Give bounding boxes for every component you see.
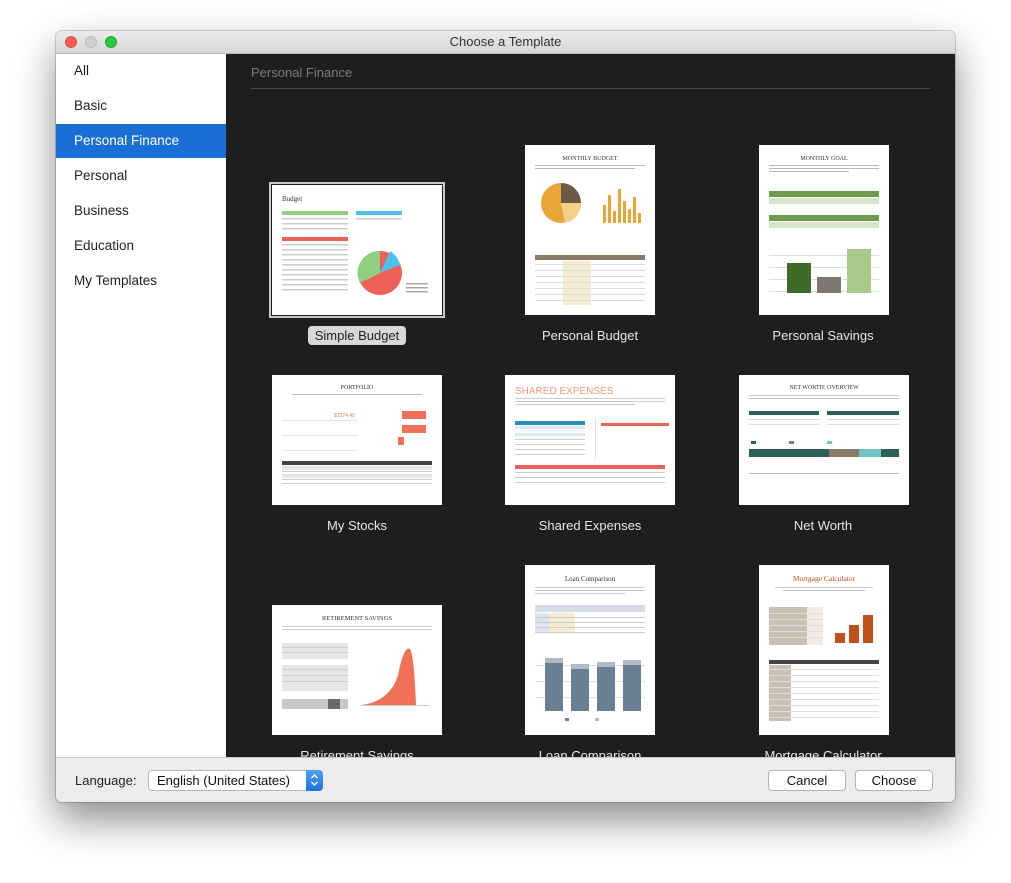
template-net-worth[interactable]: NET WORTH: OVERVIEW Net Worth xyxy=(723,354,923,544)
template-thumbnail: MONTHLY GOAL xyxy=(759,145,889,315)
template-name: My Stocks xyxy=(327,518,387,533)
thumb-heading: Loan Comparison xyxy=(565,575,616,583)
sidebar-item-business[interactable]: Business xyxy=(56,194,226,228)
template-my-stocks[interactable]: PORTFOLIO $7274.40 My Stocks xyxy=(257,354,457,544)
thumb-heading: NET WORTH: OVERVIEW xyxy=(789,385,859,391)
template-thumbnail: RETIREMENT SAVINGS xyxy=(272,605,442,735)
template-shared-expenses[interactable]: SHARED EXPENSES Shared Expenses xyxy=(490,354,690,544)
template-thumbnail: MONTHLY BUDGET xyxy=(525,145,655,315)
language-value: English (United States) xyxy=(157,773,290,788)
sidebar-item-basic[interactable]: Basic xyxy=(56,89,226,123)
thumb-heading: RETIREMENT SAVINGS xyxy=(322,615,392,622)
language-label: Language: xyxy=(75,773,137,788)
template-thumbnail: Mortgage Calculator xyxy=(759,565,889,735)
template-name: Net Worth xyxy=(793,518,853,533)
template-chooser-window: Choose a Template All Basic Personal Fin… xyxy=(56,31,955,802)
template-name: Shared Expenses xyxy=(538,518,642,533)
thumb-heading: Budget xyxy=(282,195,302,203)
template-thumbnail: NET WORTH: OVERVIEW xyxy=(739,375,909,505)
thumb-heading: PORTFOLIO xyxy=(341,385,374,391)
template-name: Personal Savings xyxy=(772,328,874,343)
sidebar-item-my-templates[interactable]: My Templates xyxy=(56,264,226,298)
category-sidebar: All Basic Personal Finance Personal Busi… xyxy=(56,54,227,757)
dialog-footer: Language: English (United States) Cancel… xyxy=(56,757,955,802)
window-title: Choose a Template xyxy=(449,34,562,49)
choose-button[interactable]: Choose xyxy=(855,770,933,791)
template-thumbnail: Loan Comparison xyxy=(525,565,655,735)
template-thumbnail: SHARED EXPENSES xyxy=(505,375,675,505)
thumb-value: $7274.40 xyxy=(334,413,355,419)
sidebar-item-education[interactable]: Education xyxy=(56,229,226,263)
thumb-heading: MONTHLY GOAL xyxy=(800,156,848,162)
thumb-heading: Mortgage Calculator xyxy=(793,574,856,583)
template-retirement-savings[interactable]: RETIREMENT SAVINGS Retirement Savings xyxy=(257,544,457,764)
template-personal-savings[interactable]: MONTHLY GOAL Personal Savings xyxy=(723,54,923,354)
template-gallery: Personal Finance Budget Simple Budget MO… xyxy=(226,54,955,763)
cancel-button[interactable]: Cancel xyxy=(768,770,846,791)
sidebar-item-personal[interactable]: Personal xyxy=(56,159,226,193)
template-thumbnail: Budget xyxy=(269,182,445,318)
sidebar-item-personal-finance[interactable]: Personal Finance xyxy=(56,124,226,158)
template-simple-budget[interactable]: Budget Simple Budget xyxy=(257,54,457,354)
template-mortgage-calculator[interactable]: Mortgage Calculator Mortgage Calculator xyxy=(723,544,923,764)
template-name: Personal Budget xyxy=(541,328,639,343)
template-thumbnail: PORTFOLIO $7274.40 xyxy=(272,375,442,505)
thumb-heading: SHARED EXPENSES xyxy=(515,386,614,397)
template-personal-budget[interactable]: MONTHLY BUDGET Personal Budget xyxy=(490,54,690,354)
template-name: Simple Budget xyxy=(257,326,457,345)
title-bar: Choose a Template xyxy=(56,31,955,54)
sidebar-item-all[interactable]: All xyxy=(56,54,226,88)
thumb-heading: MONTHLY BUDGET xyxy=(562,156,617,162)
template-loan-comparison[interactable]: Loan Comparison Loan Comparison xyxy=(490,544,690,764)
select-stepper-icon xyxy=(306,770,323,791)
language-select[interactable]: English (United States) xyxy=(148,770,323,791)
